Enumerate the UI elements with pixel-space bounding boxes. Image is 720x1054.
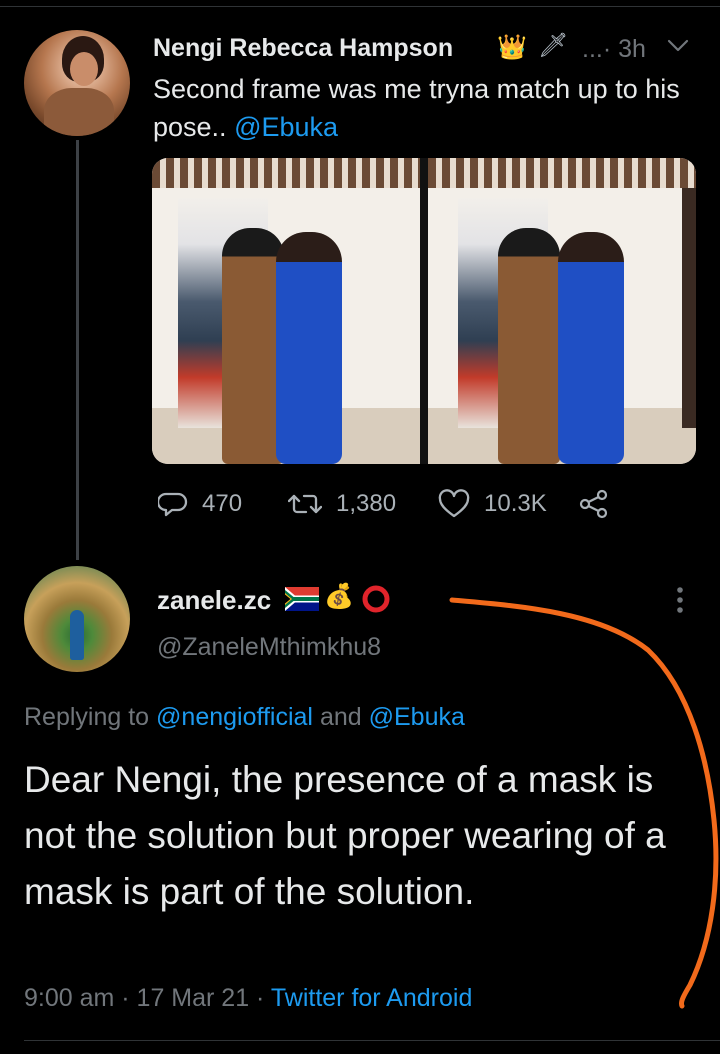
tweet-actions-bar: 470 1,380 10.3K — [152, 486, 672, 522]
mention-link[interactable]: @Ebuka — [234, 112, 338, 142]
reply-timestamp[interactable]: 9:00 am · 17 Mar 21 · — [24, 984, 271, 1012]
heart-icon — [438, 489, 470, 518]
photo-woman-figure — [276, 232, 342, 464]
share-action[interactable] — [578, 486, 610, 522]
author-avatar[interactable] — [24, 30, 130, 136]
top-divider — [0, 6, 720, 7]
mention-link-ebuka[interactable]: @Ebuka — [369, 703, 465, 731]
tweet-photo-1[interactable] — [152, 158, 420, 464]
photo-man-figure — [498, 228, 560, 464]
tweet-text-body: Second frame was me tryna match up to hi… — [153, 74, 680, 142]
reply-bubble-icon — [158, 492, 188, 517]
replying-prefix: Replying to — [24, 703, 157, 731]
reply-text: Dear Nengi, the presence of a mask is no… — [24, 759, 666, 912]
tweet-time[interactable]: ...· 3h — [582, 35, 646, 64]
reply-action[interactable]: 470 — [158, 486, 242, 522]
bottom-divider — [24, 1040, 720, 1041]
photo-ceiling — [428, 158, 696, 188]
replier-avatar[interactable] — [24, 566, 130, 672]
red-circle-emoji-icon — [362, 585, 390, 613]
retweet-count: 1,380 — [336, 490, 397, 517]
avatar-face — [70, 52, 98, 86]
tweet-media-grid — [152, 158, 696, 464]
replying-and: and — [313, 703, 369, 731]
retweet-icon — [288, 494, 322, 514]
thread-connector-line — [76, 140, 79, 560]
crown-emoji-icon: 👑 — [497, 34, 527, 61]
like-count: 10.3K — [484, 490, 547, 517]
share-icon — [579, 489, 608, 519]
avatar-peacock — [70, 610, 84, 660]
retweet-action[interactable]: 1,380 — [288, 486, 396, 522]
chevron-down-icon[interactable] — [666, 37, 690, 55]
money-bag-emoji-icon: 💰 — [324, 583, 354, 610]
south-africa-flag-icon — [285, 587, 319, 611]
author-name[interactable]: Nengi Rebecca Hampson — [153, 34, 453, 63]
photo-man-figure — [222, 228, 284, 464]
more-options-icon[interactable] — [676, 586, 684, 614]
replying-to-line: Replying to @nengiofficial and @Ebuka — [24, 703, 465, 732]
sword-emoji-icon: 🗡 — [538, 32, 569, 59]
avatar-body — [44, 88, 114, 136]
tweet-text: Second frame was me tryna match up to hi… — [153, 70, 703, 146]
photo-woman-figure — [558, 232, 624, 464]
mention-link-nengiofficial[interactable]: @nengiofficial — [156, 703, 313, 731]
reply-timestamp-line: 9:00 am · 17 Mar 21 · Twitter for Androi… — [24, 984, 472, 1013]
reply-count: 470 — [202, 490, 243, 517]
tweet-photo-2[interactable] — [428, 158, 696, 464]
photo-door-edge — [682, 188, 696, 428]
replier-name[interactable]: zanele.zc — [157, 585, 271, 616]
like-action[interactable]: 10.3K — [438, 486, 547, 522]
photo-ceiling — [152, 158, 420, 188]
replier-handle[interactable]: @ZaneleMthimkhu8 — [157, 633, 381, 662]
client-link[interactable]: Twitter for Android — [271, 984, 472, 1012]
